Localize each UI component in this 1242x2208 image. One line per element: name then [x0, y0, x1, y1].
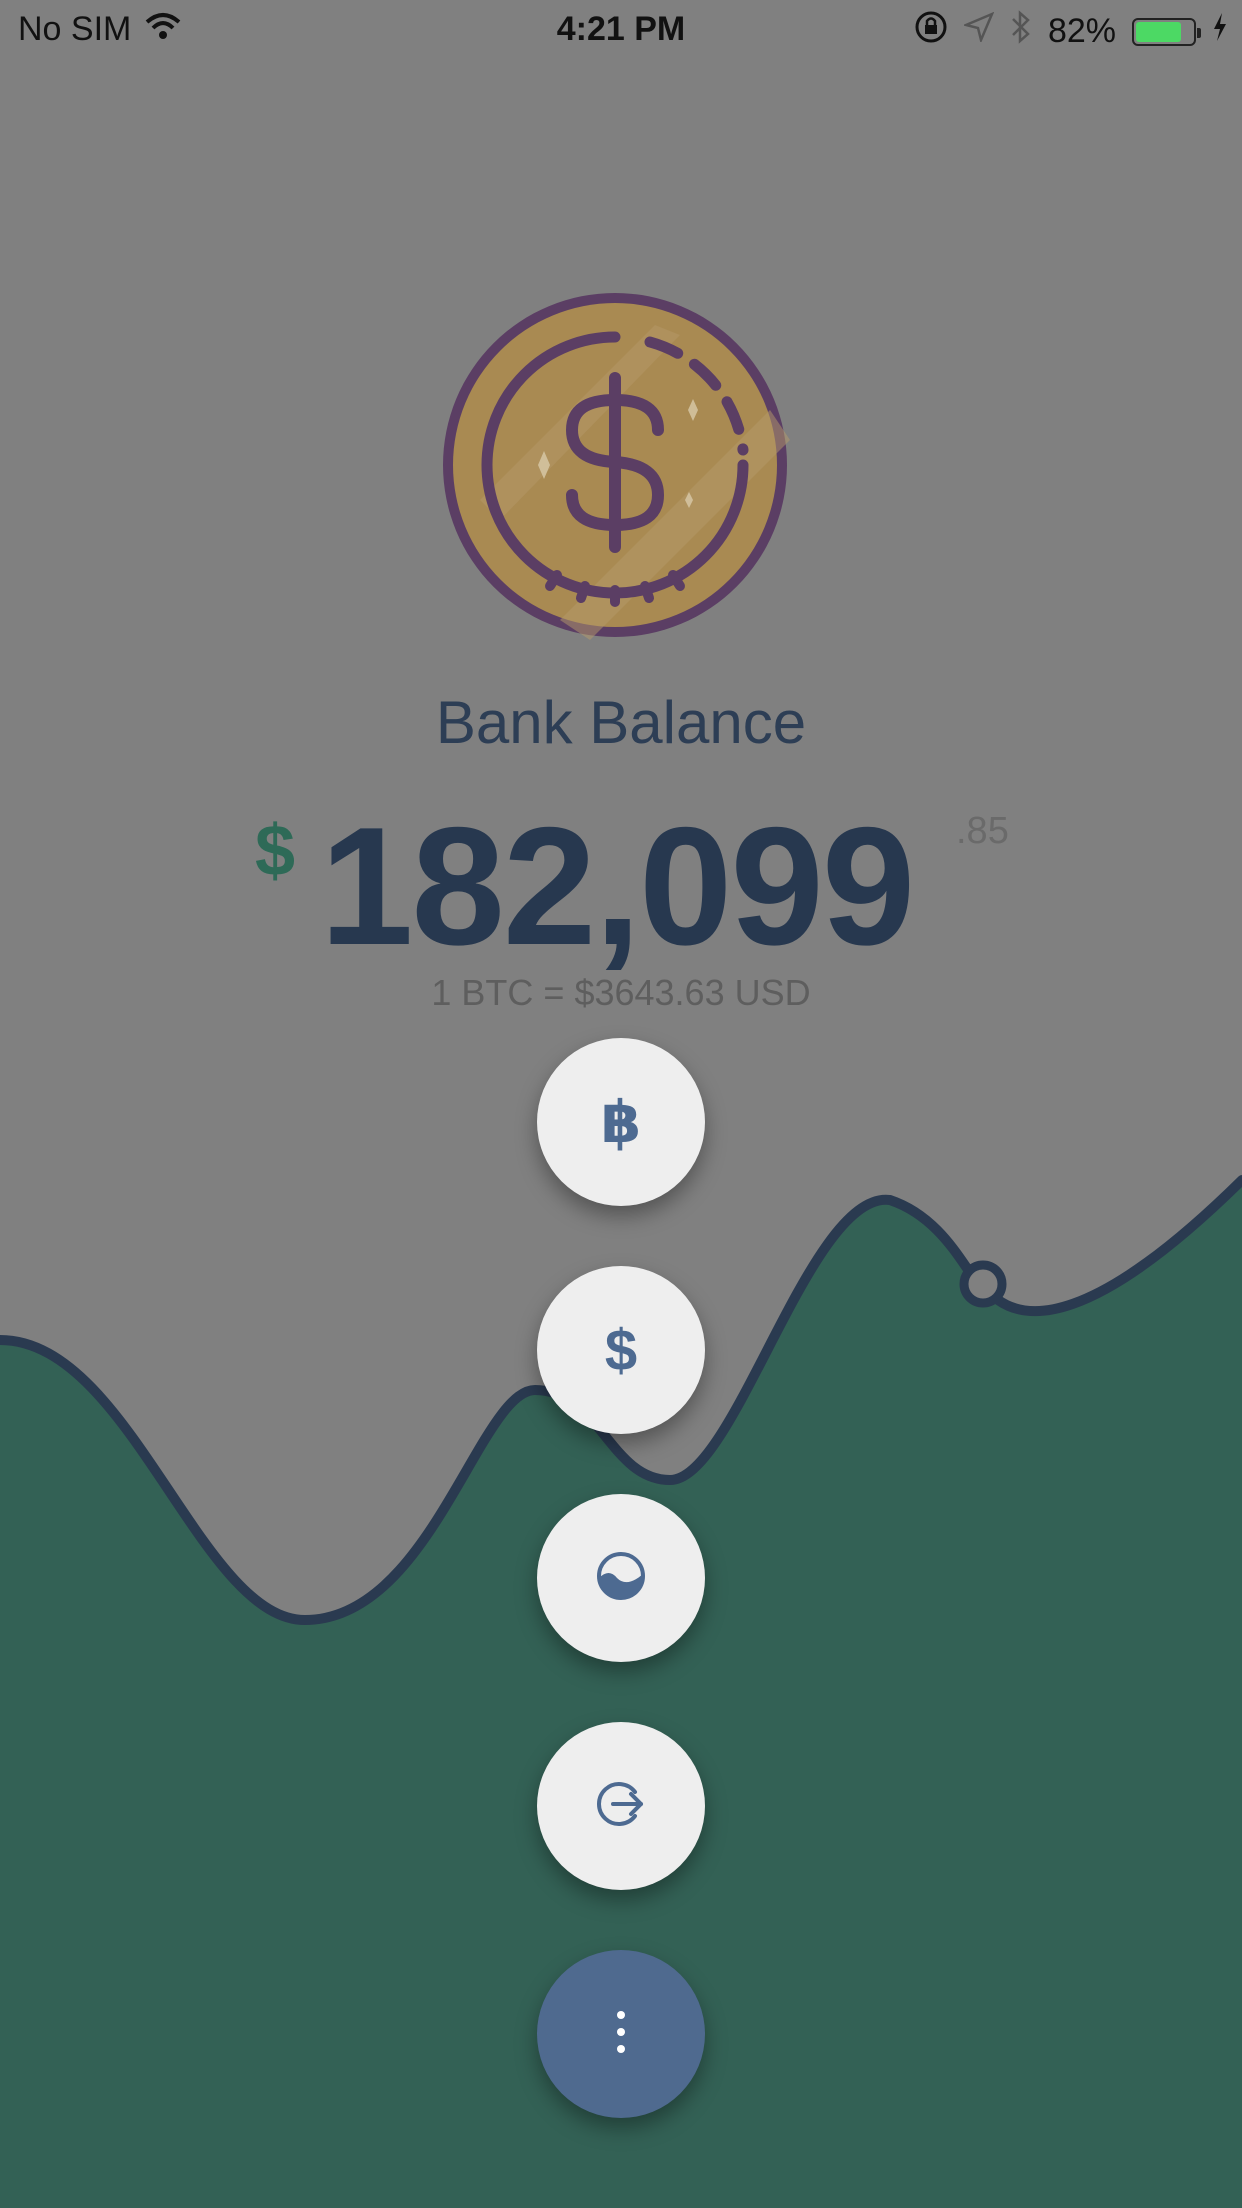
status-bar: No SIM 4:21 PM 82% [0, 0, 1242, 60]
bitcoin-action-button[interactable]: ฿ [537, 1038, 705, 1206]
balance-amount: $ 182,099 .85 [0, 790, 1242, 980]
bluetooth-icon [1010, 10, 1032, 53]
orientation-lock-icon [914, 10, 948, 53]
balance-title: Bank Balance [435, 689, 807, 756]
battery-percent: 82% [1047, 12, 1116, 50]
more-vertical-icon [611, 2007, 631, 2062]
balance-whole: 182,099 [320, 792, 915, 980]
chart-action-button[interactable] [537, 1494, 705, 1662]
chart-wave-icon [595, 1550, 647, 1607]
location-icon [962, 11, 995, 51]
bitcoin-icon: ฿ [600, 1090, 642, 1155]
dollar-icon: $ [604, 1317, 638, 1383]
battery-fill [1136, 21, 1182, 42]
currency-symbol: $ [255, 811, 296, 891]
coin-icon [440, 290, 790, 640]
exchange-rate: 1 BTC = $3643.63 USD [431, 972, 811, 1013]
balance-cents: .85 [956, 810, 1009, 852]
chart-point-marker[interactable] [959, 1260, 1007, 1308]
battery-icon [1132, 17, 1201, 46]
logout-icon [595, 1778, 647, 1835]
menu-button[interactable] [537, 1950, 705, 2118]
charging-icon [1212, 12, 1228, 51]
logout-action-button[interactable] [537, 1722, 705, 1890]
dollar-action-button[interactable]: $ [537, 1266, 705, 1434]
